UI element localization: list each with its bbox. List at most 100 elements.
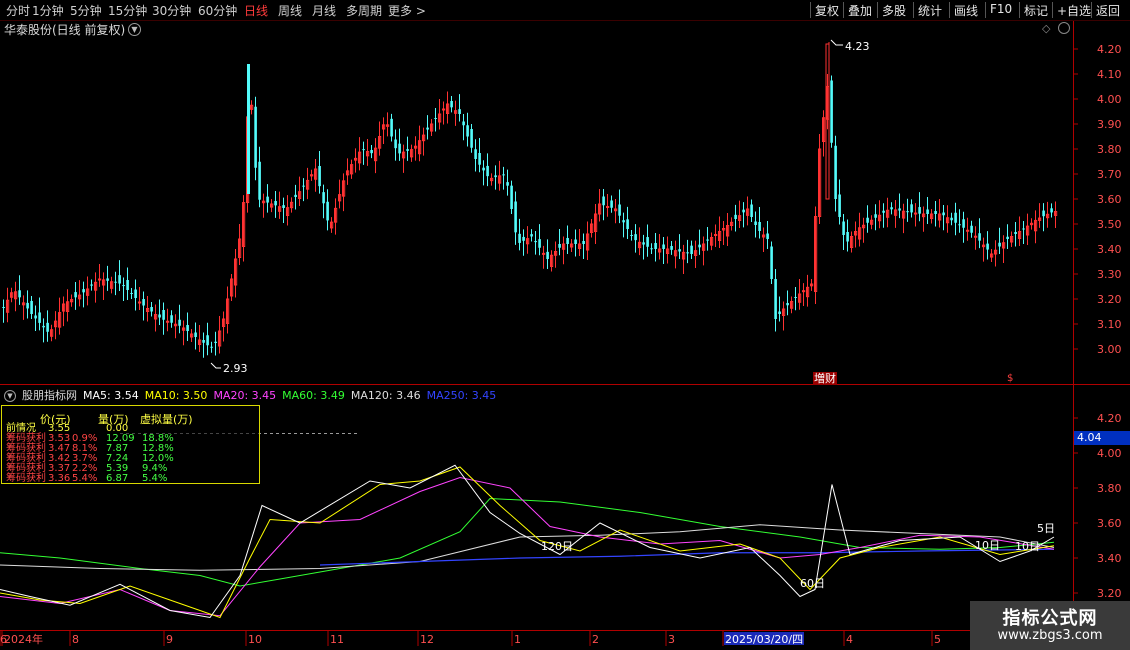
candle-body-up [802, 290, 806, 293]
candle-spike-left [247, 64, 250, 194]
chevron-down-icon[interactable]: ▼ [128, 23, 141, 36]
price-tick-label: 3.30 [1097, 268, 1122, 281]
candle-body-down [130, 293, 133, 294]
candle-body-down [986, 243, 989, 250]
candle-body-down [18, 290, 21, 298]
watermark-title: 指标公式网 [1002, 608, 1098, 629]
period-toolbar: 分时 1分钟 5分钟 15分钟 30分钟 60分钟 日线 周线 月线 多周期 更多 > 复权 叠加 多股统… [0, 0, 1130, 21]
toolbar-action-2[interactable]: 多股 [882, 2, 906, 19]
toolbar-action-6[interactable]: 标记 [1024, 2, 1048, 19]
toolbar-action-0[interactable]: 复权 [815, 2, 839, 19]
ma120-line [0, 524, 1055, 571]
candle-body-down [494, 175, 497, 178]
candlestick-series [2, 43, 1058, 358]
label-10day-b: 10日 [1015, 540, 1040, 553]
candle-body-down [46, 322, 49, 332]
toolbar-action-1[interactable]: 叠加 [848, 2, 872, 19]
period-tab-0[interactable]: 分时 [6, 2, 30, 19]
candle-body-down [478, 153, 481, 165]
candle-body-down [34, 315, 37, 319]
candle-body-down [610, 200, 613, 208]
toolbar-action-7[interactable]: +自选 [1057, 2, 1091, 19]
toolbar-action-5[interactable]: F10 [990, 2, 1012, 16]
candle-body-down [734, 214, 737, 219]
candle-body-down [678, 249, 681, 252]
candle-body-down [462, 121, 465, 126]
period-tab-5[interactable]: 60分钟 [198, 2, 237, 19]
diamond-icon[interactable]: ◇ [1042, 22, 1050, 35]
period-tab-7[interactable]: 周线 [278, 2, 302, 19]
candle-body-down [466, 125, 469, 137]
event-marker[interactable]: 増财 [813, 372, 837, 385]
legend-cell: 筹码获利 [6, 473, 46, 484]
period-tab-2[interactable]: 5分钟 [70, 2, 102, 19]
candle-body-down [302, 185, 305, 187]
price-tick-label: 3.70 [1097, 168, 1122, 181]
candle-body-down [150, 307, 153, 312]
candle-body-down [706, 239, 709, 241]
candle-body-down [394, 139, 397, 149]
period-tab-4[interactable]: 30分钟 [152, 2, 191, 19]
candle-body-down [534, 241, 537, 243]
candle-body-down [898, 208, 901, 211]
candle-body-down [558, 244, 561, 248]
chart-canvas[interactable]: 4.23 2.93 4.20 4.10 4.00 3.90 3.80 3.70 3.60 3.… [0, 0, 1130, 650]
price-tick-label: 3.20 [1097, 293, 1122, 306]
time-tick-label: 4 [846, 633, 853, 646]
candle-body-down [874, 214, 877, 218]
candle-body-down [514, 201, 517, 233]
candle-body-down [522, 236, 525, 241]
ma250-value: MA250: 3.45 [426, 389, 497, 402]
candle-body-down [206, 335, 209, 346]
candle-body-down [918, 207, 921, 214]
period-tab-9[interactable]: 多周期 [346, 2, 382, 19]
period-tab-3[interactable]: 15分钟 [108, 2, 147, 19]
candle-body-down [1050, 208, 1053, 213]
ma-lines [0, 464, 1055, 619]
candle-body-down [518, 233, 521, 243]
candle-body-down [450, 101, 453, 108]
candle-body-down [318, 166, 321, 187]
time-tick-label: 3 [668, 633, 675, 646]
candle-body-down [482, 167, 485, 171]
candle-body-down [126, 280, 129, 290]
toolbar-action-3[interactable]: 统计 [918, 2, 942, 19]
circle-icon[interactable] [1058, 22, 1070, 34]
time-tick-label: 2 [592, 633, 599, 646]
candle-body-down [370, 150, 373, 154]
chevron-down-icon[interactable]: ▼ [4, 390, 16, 402]
candle-body-down [1006, 236, 1009, 239]
toolbar-action-4[interactable]: 画线 [954, 2, 978, 19]
indicator-row: ▼ 股朋指标网 MA5: 3.54 MA10: 3.50 MA20: 3.45 MA60:… [4, 387, 502, 403]
toolbar-action-8[interactable]: 返回 [1096, 2, 1120, 19]
sub-tick-label: 4.20 [1097, 412, 1122, 425]
legend-cell: 3.36 [48, 473, 71, 484]
period-tab-8[interactable]: 月线 [312, 2, 336, 19]
period-tab-6[interactable]: 日线 [244, 2, 268, 19]
candle-body-down [662, 244, 665, 249]
ma250-line [319, 548, 1055, 566]
candle-body-down [778, 311, 781, 314]
candle-body-down [766, 233, 769, 239]
price-tick-label: 3.90 [1097, 118, 1122, 131]
candle-body-down [38, 312, 41, 323]
candle-body-down [934, 211, 937, 214]
label-10day-a: 10日 [975, 539, 1000, 552]
candle-body-down [882, 210, 885, 213]
indicator-name[interactable]: 股朋指标网 [22, 389, 77, 402]
candle-body-down [486, 165, 489, 177]
time-tick-label: 9 [166, 633, 173, 646]
time-tick-label: 5 [934, 633, 941, 646]
event-marker-dollar[interactable]: $ [1007, 373, 1013, 384]
candle-body-down [26, 302, 29, 309]
candle-body-down [958, 224, 961, 226]
candle-body-down [1014, 232, 1017, 234]
candle-body-down [742, 209, 745, 213]
candle-body-down [750, 204, 753, 217]
candle-body-down [830, 80, 833, 143]
label-120day: 120日 [541, 540, 573, 553]
period-tab-10[interactable]: 更多 > [388, 2, 426, 19]
period-tab-1[interactable]: 1分钟 [32, 2, 64, 19]
candle-body-down [186, 325, 189, 331]
candle-body-down [122, 285, 125, 287]
